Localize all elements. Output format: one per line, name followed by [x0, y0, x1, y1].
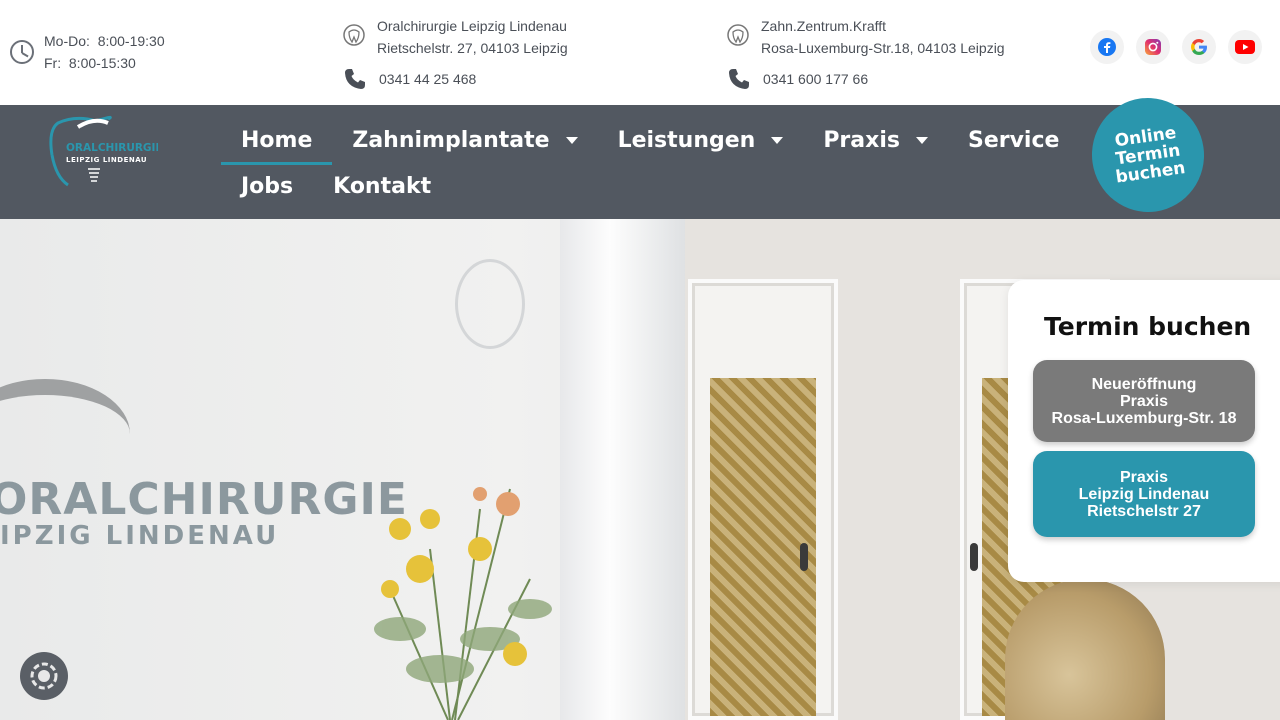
nav-jobs[interactable]: Jobs — [221, 163, 313, 209]
social-links — [1090, 30, 1262, 64]
nav-label: Service — [967, 127, 1060, 153]
nav-label: Kontakt — [333, 173, 432, 199]
opening-hours: Mo-Do: 8:00-19:30 Fr: 8:00-15:30 — [10, 30, 165, 74]
hero-logo-arc — [0, 379, 130, 489]
booking-card: Termin buchen Neueröffnung Praxis Rosa-L… — [1008, 280, 1280, 582]
cookie-settings-button[interactable] — [20, 652, 68, 700]
logo-text-1: ORALCHIRURGIE — [66, 142, 158, 154]
nav-label: Praxis — [823, 127, 900, 153]
tooth-icon — [727, 24, 749, 46]
location-address[interactable]: Rosa-Luxemburg-Str.18, 04103 Leipzig — [761, 37, 1005, 59]
location-lindenau: Oralchirurgie Leipzig Lindenau Rietschel… — [343, 15, 568, 91]
nav-home[interactable]: Home — [221, 117, 333, 165]
button-line: Praxis — [1119, 468, 1169, 486]
hours-day-2: Fr: — [44, 55, 62, 71]
nav-kontakt[interactable]: Kontakt — [313, 163, 451, 209]
book-lindenau-button[interactable]: Praxis Leipzig Lindenau Rietschelstr 27 — [1033, 451, 1255, 537]
nav-label: Home — [241, 127, 313, 153]
cookie-settings-icon — [30, 662, 58, 690]
flower-bouquet — [374, 487, 552, 720]
phone-number[interactable]: 0341 44 25 468 — [379, 71, 476, 87]
button-line: Neueröffnung — [1091, 375, 1197, 393]
book-rosa-luxemburg-button[interactable]: Neueröffnung Praxis Rosa-Luxemburg-Str. … — [1033, 360, 1255, 442]
google-link[interactable] — [1182, 30, 1216, 64]
nav-zahnimplantate[interactable]: Zahnimplantate — [332, 117, 597, 163]
nav-service[interactable]: Service — [948, 117, 1079, 163]
location-name[interactable]: Zahn.Zentrum.Krafft — [761, 15, 1005, 37]
wall-decoration — [455, 259, 525, 349]
location-krafft: Zahn.Zentrum.Krafft Rosa-Luxemburg-Str.1… — [727, 15, 1005, 91]
main-navigation: ORALCHIRURGIE LEIPZIG LINDENAU Home Zahn… — [0, 90, 1280, 220]
hero-sign-line-2: IPZIG LINDENAU — [0, 521, 280, 551]
button-line: Praxis — [1119, 392, 1169, 410]
facebook-icon — [1098, 38, 1116, 56]
youtube-icon — [1235, 40, 1255, 54]
button-line: Leipzig Lindenau — [1078, 485, 1210, 503]
facebook-link[interactable] — [1090, 30, 1124, 64]
nav-label: Leistungen — [617, 127, 756, 153]
button-line: Rietschelstr 27 — [1087, 502, 1201, 520]
youtube-link[interactable] — [1228, 30, 1262, 64]
chevron-down-icon — [915, 136, 928, 144]
phone-number[interactable]: 0341 600 177 66 — [763, 71, 868, 87]
chevron-down-icon — [565, 136, 578, 144]
button-line: Rosa-Luxemburg-Str. 18 — [1051, 409, 1237, 427]
online-booking-button[interactable]: Online Termin buchen — [1084, 90, 1212, 220]
nav-label: Jobs — [241, 173, 294, 199]
google-icon — [1191, 39, 1207, 55]
nav-leistungen[interactable]: Leistungen — [598, 117, 804, 163]
instagram-link[interactable] — [1136, 30, 1170, 64]
site-logo[interactable]: ORALCHIRURGIE LEIPZIG LINDENAU — [46, 115, 158, 189]
phone-icon — [345, 69, 365, 89]
tooth-icon — [343, 24, 365, 46]
hours-time-1: 8:00-19:30 — [97, 33, 165, 49]
top-info-bar: Mo-Do: 8:00-19:30 Fr: 8:00-15:30 Oralchi… — [0, 0, 1280, 105]
clock-icon — [10, 40, 34, 64]
hours-day-1: Mo-Do: — [44, 33, 90, 49]
nav-praxis[interactable]: Praxis — [803, 117, 948, 163]
location-address[interactable]: Rietschelstr. 27, 04103 Leipzig — [377, 37, 568, 59]
booking-title: Termin buchen — [1044, 312, 1252, 341]
nav-menu: Home Zahnimplantate Leistungen Praxis Se… — [221, 117, 1061, 209]
nav-label: Zahnimplantate — [352, 127, 550, 153]
instagram-icon — [1145, 39, 1161, 55]
hero-door-left — [688, 279, 838, 720]
location-name[interactable]: Oralchirurgie Leipzig Lindenau — [377, 15, 568, 37]
phone-icon — [729, 69, 749, 89]
chevron-down-icon — [771, 136, 784, 144]
hours-time-2: 8:00-15:30 — [68, 55, 136, 71]
logo-text-2: LEIPZIG LINDENAU — [66, 156, 147, 164]
